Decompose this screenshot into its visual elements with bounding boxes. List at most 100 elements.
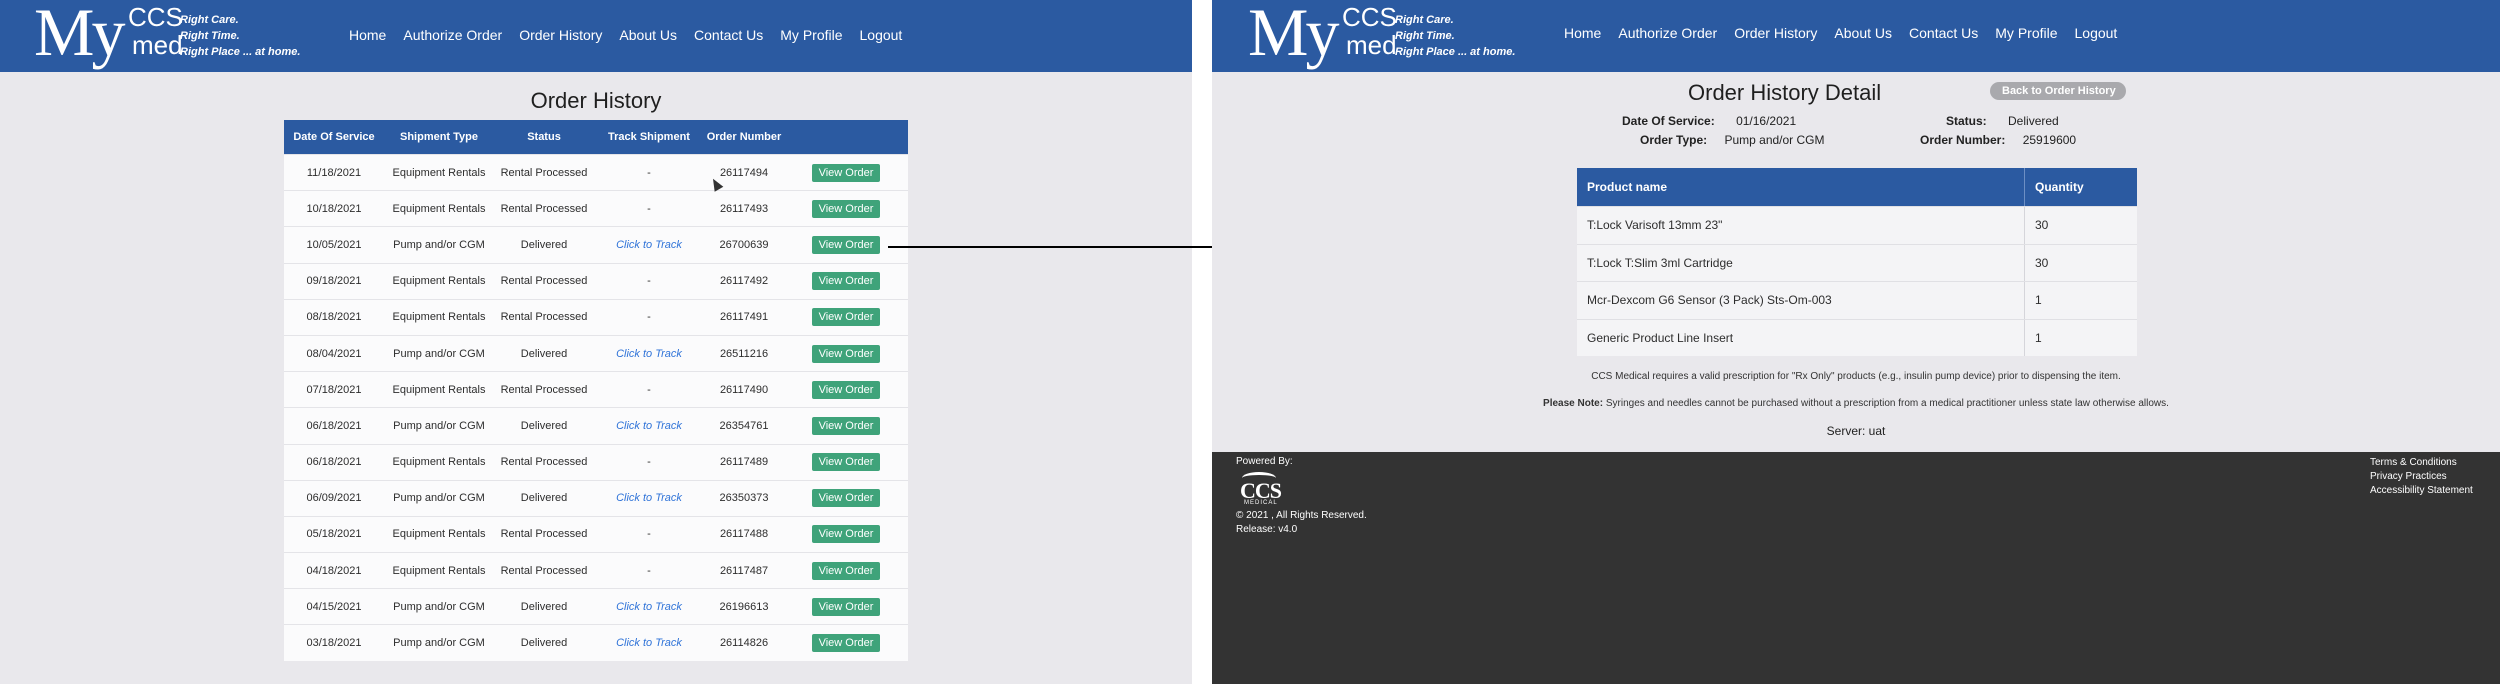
nav-home[interactable]: Home xyxy=(349,27,386,43)
mycssmed-logo[interactable]: My CCS med xyxy=(1248,0,1397,72)
action-cell: View Order xyxy=(784,561,908,580)
view-order-button[interactable]: View Order xyxy=(811,453,881,472)
field-label: Order Number: xyxy=(1920,133,2006,147)
table-row: 05/18/2021 Equipment Rentals Rental Proces… xyxy=(284,515,908,552)
action-cell: View Order xyxy=(784,235,908,254)
view-order-button[interactable]: View Order xyxy=(811,272,881,291)
click-to-track-link[interactable]: Click to Track xyxy=(594,601,704,613)
nav-about-us[interactable]: About Us xyxy=(619,27,677,43)
view-order-button[interactable]: View Order xyxy=(811,489,881,508)
table-body: T:Lock Varisoft 13mm 23" 30 T:Lock T:Slim … xyxy=(1577,206,2137,356)
field-value: 25919600 xyxy=(2022,133,2077,147)
table-row: 06/18/2021 Equipment Rentals Rental Proces… xyxy=(284,443,908,480)
view-order-button[interactable]: View Order xyxy=(811,199,881,218)
table-header: Date Of Service Shipment Type Status Tra… xyxy=(284,120,908,154)
table-row: 04/18/2021 Equipment Rentals Rental Proces… xyxy=(284,552,908,588)
view-order-button[interactable]: View Order xyxy=(811,344,881,363)
nav-contact-us[interactable]: Contact Us xyxy=(1909,25,1978,41)
quantity-cell: 1 xyxy=(2035,330,2042,345)
field-label: Status: xyxy=(1946,114,1987,128)
shipment-type-cell: Pump and/or CGM xyxy=(393,419,485,432)
shipment-type-cell: Pump and/or CGM xyxy=(393,637,485,650)
nav-order-history[interactable]: Order History xyxy=(1734,25,1817,41)
click-to-track-link[interactable]: Click to Track xyxy=(594,348,704,360)
copyright-text: © 2021 , All Rights Reserved. xyxy=(1236,510,1367,521)
view-order-button[interactable]: View Order xyxy=(811,634,881,653)
mycssmed-logo[interactable]: My CCS med xyxy=(34,0,183,72)
status-cell: Rental Processed xyxy=(500,456,588,469)
status-cell: Delivered xyxy=(520,238,568,251)
date-cell: 04/18/2021 xyxy=(306,564,362,577)
order-number-cell: 26350373 xyxy=(719,492,769,505)
table-row: Mcr-Dexcom G6 Sensor (3 Pack) Sts-Om-003… xyxy=(1577,281,2137,319)
order-history-screen: My CCS med Right Care. Right Time. Right… xyxy=(0,0,1192,684)
nav-logout[interactable]: Logout xyxy=(860,27,903,43)
back-to-order-history-button[interactable]: Back to Order History xyxy=(1990,82,2126,100)
action-cell: View Order xyxy=(784,380,908,399)
nav-authorize-order[interactable]: Authorize Order xyxy=(403,27,502,43)
date-cell: 04/15/2021 xyxy=(306,600,362,613)
privacy-practices-link[interactable]: Privacy Practices xyxy=(2370,470,2473,484)
view-order-button[interactable]: View Order xyxy=(811,308,881,327)
nav-about-us[interactable]: About Us xyxy=(1834,25,1892,41)
shipment-type-cell: Pump and/or CGM xyxy=(393,238,485,251)
order-number-cell: 26117488 xyxy=(719,528,769,541)
date-cell: 10/18/2021 xyxy=(306,202,362,215)
site-header: My CCS med Right Care. Right Time. Right… xyxy=(0,0,1192,72)
view-order-button[interactable]: View Order xyxy=(811,416,881,435)
status-cell: Delivered xyxy=(520,637,568,650)
main-nav: Home Authorize Order Order History About… xyxy=(1564,25,2117,41)
view-order-button[interactable]: View Order xyxy=(811,561,881,580)
product-name-cell: Generic Product Line Insert xyxy=(1577,319,2025,356)
view-order-button[interactable]: View Order xyxy=(811,235,881,254)
logo-med-text: med xyxy=(1346,30,1397,60)
action-cell: View Order xyxy=(784,272,908,291)
table-row: 04/15/2021 Pump and/or CGM Delivered Click … xyxy=(284,588,908,624)
order-history-table: Date Of Service Shipment Type Status Tra… xyxy=(284,120,908,661)
view-order-button[interactable]: View Order xyxy=(811,525,881,544)
table-header: Product name Quantity xyxy=(1577,168,2137,206)
nav-authorize-order[interactable]: Authorize Order xyxy=(1618,25,1717,41)
action-cell: View Order xyxy=(784,344,908,363)
table-row: T:Lock Varisoft 13mm 23" 30 xyxy=(1577,206,2137,244)
tagline: Right Care. Right Time. Right Place ... … xyxy=(180,12,300,60)
main-nav: Home Authorize Order Order History About… xyxy=(349,27,902,43)
click-to-track-link[interactable]: Click to Track xyxy=(594,492,704,504)
click-to-track-link[interactable]: Click to Track xyxy=(594,239,704,251)
order-detail-screen: My CCS med Right Care. Right Time. Right… xyxy=(1212,0,2500,684)
track-cell: - xyxy=(647,383,651,396)
view-order-button[interactable]: View Order xyxy=(811,597,881,616)
view-order-button[interactable]: View Order xyxy=(811,163,881,182)
track-cell: - xyxy=(647,564,651,577)
status-cell: Rental Processed xyxy=(500,528,588,541)
prescription-notice: CCS Medical requires a valid prescriptio… xyxy=(1591,371,2121,382)
status-cell: Rental Processed xyxy=(500,202,588,215)
action-cell: View Order xyxy=(784,199,908,218)
view-order-button[interactable]: View Order xyxy=(811,380,881,399)
table-row: Generic Product Line Insert 1 xyxy=(1577,318,2137,356)
page-title: Order History Detail xyxy=(1688,80,1882,105)
date-cell: 06/09/2021 xyxy=(306,492,362,505)
shipment-type-cell: Pump and/or CGM xyxy=(393,492,485,505)
action-cell: View Order xyxy=(784,453,908,472)
click-to-track-link[interactable]: Click to Track xyxy=(594,637,704,649)
nav-contact-us[interactable]: Contact Us xyxy=(694,27,763,43)
click-to-track-link[interactable]: Click to Track xyxy=(594,420,704,432)
accessibility-statement-link[interactable]: Accessibility Statement xyxy=(2370,484,2473,498)
logo-my-text: My xyxy=(1248,0,1339,70)
tagline: Right Care. Right Time. Right Place ... … xyxy=(1395,12,1515,60)
nav-logout[interactable]: Logout xyxy=(2075,25,2118,41)
nav-my-profile[interactable]: My Profile xyxy=(1995,25,2057,41)
nav-order-history[interactable]: Order History xyxy=(519,27,602,43)
column-header: Track Shipment xyxy=(608,131,690,143)
date-cell: 09/18/2021 xyxy=(306,275,362,288)
date-cell: 07/18/2021 xyxy=(306,383,362,396)
terms-conditions-link[interactable]: Terms & Conditions xyxy=(2370,456,2473,470)
order-number-cell: 26196613 xyxy=(719,600,769,613)
nav-my-profile[interactable]: My Profile xyxy=(780,27,842,43)
action-cell: View Order xyxy=(784,416,908,435)
action-cell: View Order xyxy=(784,597,908,616)
server-label: Server: uat xyxy=(1826,424,1886,438)
status-cell: Delivered xyxy=(520,347,568,360)
nav-home[interactable]: Home xyxy=(1564,25,1601,41)
